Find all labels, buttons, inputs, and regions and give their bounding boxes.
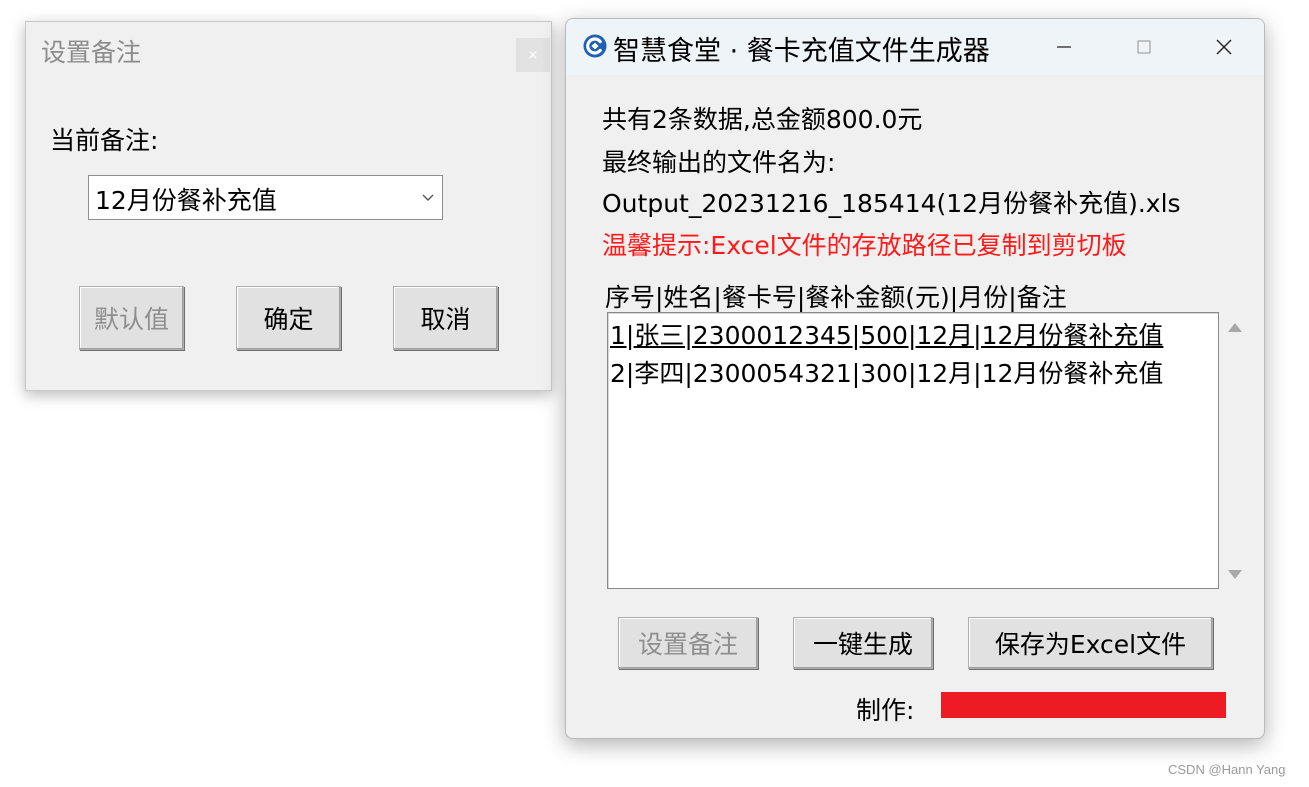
watermark: CSDN @Hann Yang xyxy=(1168,762,1286,777)
output-filename-value: Output_20231216_185414(12月份餐补充值).xls xyxy=(602,189,1181,218)
maximize-icon xyxy=(1137,40,1151,54)
data-listbox[interactable]: 1|张三|2300012345|500|12月|12月份餐补充值 2|李四|23… xyxy=(607,312,1219,589)
redacted-credit: ██████████ xyxy=(941,692,1226,718)
output-filename-label: 最终输出的文件名为: xyxy=(602,148,836,177)
scroll-up-icon[interactable] xyxy=(1226,321,1244,335)
close-icon: × xyxy=(527,47,539,63)
main-window: 智慧食堂 · 餐卡充值文件生成器 共有2条数据,总金额800.0元 最终输出的文… xyxy=(565,18,1265,739)
minimize-button[interactable] xyxy=(1024,19,1104,75)
ok-button[interactable]: 确定 xyxy=(236,286,341,350)
dialog-close-button[interactable]: × xyxy=(516,38,550,72)
close-button[interactable] xyxy=(1184,19,1264,75)
list-item[interactable]: 2|李四|2300054321|300|12月|12月份餐补充值 xyxy=(610,354,1163,390)
maximize-button[interactable] xyxy=(1104,19,1184,75)
default-value-button[interactable]: 默认值 xyxy=(79,286,184,350)
dialog-title: 设置备注 xyxy=(41,38,142,67)
window-title: 智慧食堂 · 餐卡充值文件生成器 xyxy=(613,36,990,67)
remark-combobox-value: 12月份餐补充值 xyxy=(95,186,277,215)
close-icon xyxy=(1216,39,1232,55)
current-remark-label: 当前备注: xyxy=(50,126,159,155)
summary-text: 共有2条数据,总金额800.0元 xyxy=(602,105,923,134)
save-excel-button[interactable]: 保存为Excel文件 xyxy=(968,617,1213,669)
minimize-icon xyxy=(1057,46,1071,48)
chevron-down-icon xyxy=(422,194,434,201)
set-remark-dialog: 设置备注 × 当前备注: 12月份餐补充值 默认值 确定 取消 xyxy=(25,21,552,391)
set-remark-button[interactable]: 设置备注 xyxy=(618,617,758,669)
list-header: 序号|姓名|餐卡号|餐补金额(元)|月份|备注 xyxy=(605,283,1067,312)
generate-button[interactable]: 一键生成 xyxy=(793,617,933,669)
app-logo-icon xyxy=(583,34,607,58)
list-item[interactable]: 1|张三|2300012345|500|12月|12月份餐补充值 xyxy=(610,316,1163,352)
credit-label: 制作: xyxy=(856,696,915,725)
clipboard-tip: 温馨提示:Excel文件的存放路径已复制到剪切板 xyxy=(602,231,1127,260)
cancel-button[interactable]: 取消 xyxy=(393,286,498,350)
remark-combobox[interactable]: 12月份餐补充值 xyxy=(88,175,443,220)
scroll-down-icon[interactable] xyxy=(1226,567,1244,581)
title-bar[interactable]: 智慧食堂 · 餐卡充值文件生成器 xyxy=(566,19,1264,75)
